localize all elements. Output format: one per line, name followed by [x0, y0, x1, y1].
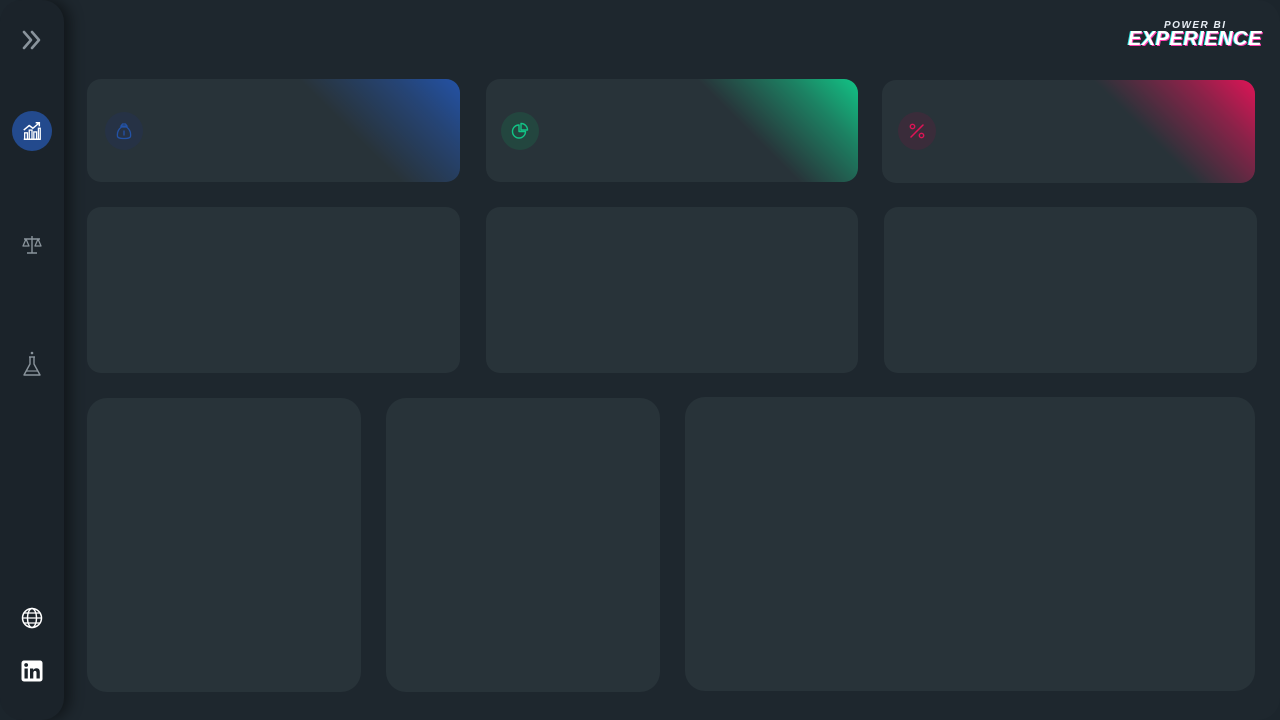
percent-icon	[909, 123, 925, 139]
sidebar-item-performance[interactable]	[12, 111, 52, 151]
chart-panel-1	[87, 207, 460, 373]
kpi-accent-gradient	[882, 80, 1255, 183]
expand-sidebar-button[interactable]	[12, 20, 52, 60]
sidebar-item-lab[interactable]	[12, 344, 52, 384]
pie-chart-icon	[511, 122, 529, 139]
money-bag-icon	[116, 123, 132, 140]
kpi-card-margin	[882, 80, 1255, 183]
chart-panel-2	[486, 207, 858, 373]
chart-panel-6	[685, 397, 1255, 691]
globe-icon	[21, 607, 43, 629]
kpi-badge	[105, 112, 143, 150]
sidebar-item-balance[interactable]	[12, 225, 52, 265]
sidebar-nav	[0, 0, 64, 720]
linkedin-link[interactable]	[12, 651, 52, 691]
kpi-badge	[501, 112, 539, 150]
chart-panel-3	[884, 207, 1257, 373]
scales-icon	[22, 236, 42, 254]
kpi-accent-gradient	[486, 79, 858, 182]
bar-chart-trend-icon	[23, 122, 41, 140]
kpi-card-share	[486, 79, 858, 182]
double-chevron-right-icon	[22, 30, 41, 50]
power-bi-experience-logo: POWER BI EXPERIENCE	[1126, 18, 1261, 62]
chart-panel-5	[386, 398, 660, 692]
dashboard-canvas: POWER BI EXPERIENCE	[0, 0, 1280, 720]
flask-icon	[23, 351, 41, 376]
website-link[interactable]	[12, 598, 52, 638]
logo-main-text: EXPERIENCE	[1128, 28, 1262, 50]
kpi-badge	[898, 112, 936, 150]
chart-panel-4	[87, 398, 361, 692]
kpi-card-revenue	[87, 79, 460, 182]
linkedin-icon	[21, 660, 43, 682]
